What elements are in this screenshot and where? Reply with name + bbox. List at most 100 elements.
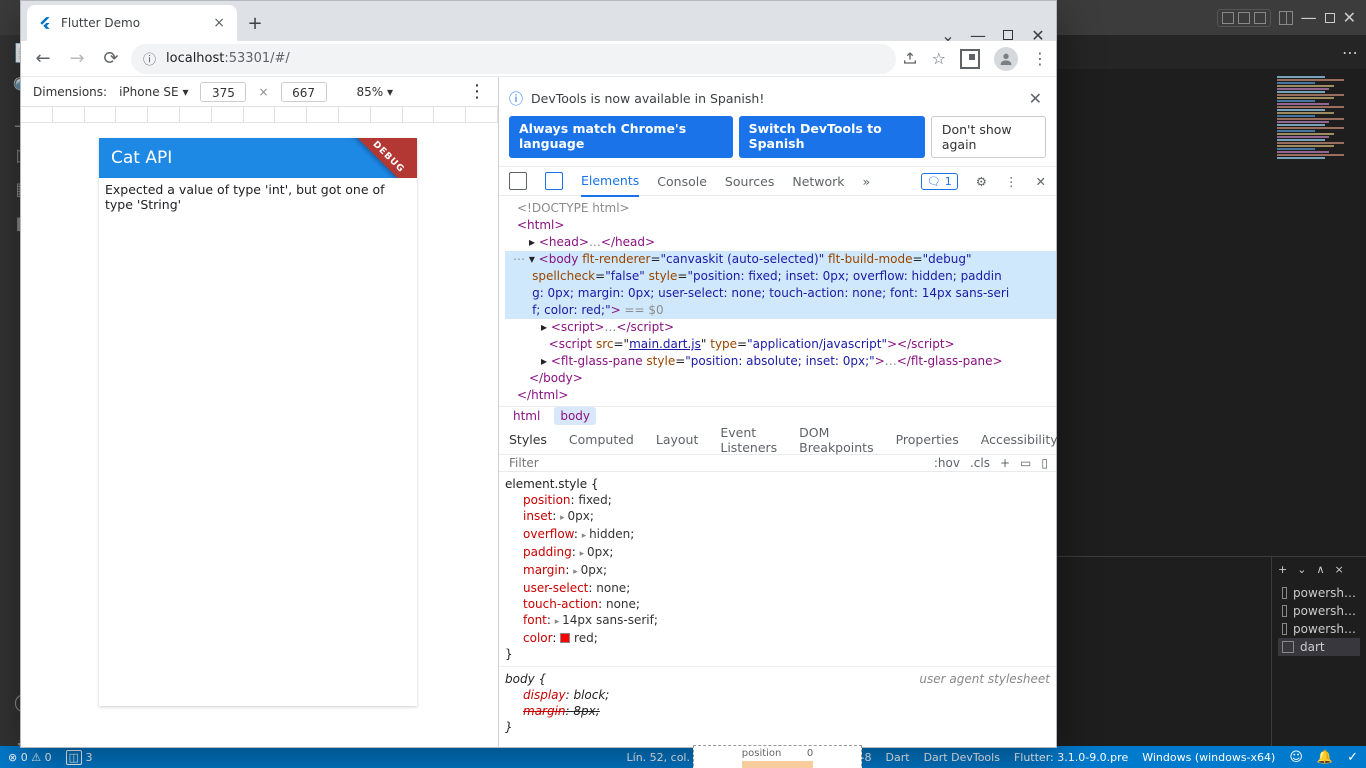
layout-group-icon[interactable] xyxy=(1279,11,1293,25)
crumb-body[interactable]: body xyxy=(554,407,596,425)
computed-panel-icon[interactable]: ▭ xyxy=(1020,456,1031,470)
terminal-list: + ⌄ ∧ × powersh…powersh…powersh…dart xyxy=(1271,557,1366,746)
device-pane: Dimensions: iPhone SE 375 × 667 85% ⋮ Ca… xyxy=(21,77,499,747)
terminal-item[interactable]: powersh… xyxy=(1278,620,1360,638)
new-tab-button[interactable]: + xyxy=(241,9,269,37)
tab-strip: Flutter Demo × + ⌄ — ✕ xyxy=(21,1,1056,41)
status-bell-icon[interactable]: 🔔 xyxy=(1317,750,1333,765)
status-devices[interactable]: ◫ 3 xyxy=(66,751,93,764)
maximize-button[interactable] xyxy=(1325,13,1335,23)
device-more-icon[interactable]: ⋮ xyxy=(468,81,486,102)
toggle-sidebar-icon[interactable]: ▯ xyxy=(1041,456,1048,470)
settings-icon[interactable]: ⚙ xyxy=(976,174,987,189)
inspect-icon[interactable] xyxy=(509,172,527,190)
site-info-icon[interactable]: ⓘ xyxy=(143,49,156,68)
share-icon[interactable] xyxy=(902,51,918,67)
flutter-appbar: Cat API DEBUG xyxy=(99,138,417,178)
panel-close-icon[interactable]: × xyxy=(1335,563,1344,576)
ruler xyxy=(21,107,498,123)
extension-icon[interactable] xyxy=(960,49,980,69)
chrome-menu-icon[interactable]: ⋮ xyxy=(1032,49,1048,68)
switch-devtools-lang-button[interactable]: Switch DevTools to Spanish xyxy=(739,116,925,158)
styles-toolbar: :hov .cls + ▭ ▯ xyxy=(499,455,1056,472)
styles-filter-input[interactable] xyxy=(507,455,924,471)
devtools-header: Elements Console Sources Network » 🗨 1 ⚙… xyxy=(499,166,1056,196)
tab-elements[interactable]: Elements xyxy=(581,166,639,197)
flutter-favicon xyxy=(37,15,53,31)
styles-subtabs: Styles Computed Layout Event Listeners D… xyxy=(499,425,1056,455)
chrome-close-button[interactable]: ✕ xyxy=(1032,29,1044,41)
device-width-input[interactable]: 375 xyxy=(200,82,246,102)
minimap[interactable] xyxy=(1271,75,1366,568)
tab-title: Flutter Demo xyxy=(61,16,140,30)
status-feedback-icon[interactable]: ☺ xyxy=(1289,750,1303,765)
add-rule-icon[interactable]: + xyxy=(1000,456,1010,470)
breadcrumb: html body xyxy=(499,406,1056,425)
close-button[interactable]: ✕ xyxy=(1343,8,1356,27)
url-path: :53301/#/ xyxy=(224,51,289,66)
profile-avatar[interactable] xyxy=(994,47,1018,71)
terminal-item[interactable]: powersh… xyxy=(1278,602,1360,620)
minimize-button[interactable]: — xyxy=(1301,8,1317,27)
omnibox[interactable]: ⓘ localhost:53301/#/ xyxy=(131,44,896,74)
terminal-item[interactable]: dart xyxy=(1278,638,1360,656)
subtab-properties[interactable]: Properties xyxy=(896,432,959,447)
subtab-accessibility[interactable]: Accessibility xyxy=(981,432,1058,447)
layout-icons[interactable] xyxy=(1217,9,1271,27)
banner-close-icon[interactable]: ✕ xyxy=(1025,85,1046,112)
box-model[interactable]: position 0 xyxy=(499,739,1056,768)
device-toggle-icon[interactable] xyxy=(545,172,563,190)
subtab-layout[interactable]: Layout xyxy=(656,432,699,447)
device-frame[interactable]: Cat API DEBUG Expected a value of type '… xyxy=(99,138,417,706)
tab-flutter-demo[interactable]: Flutter Demo × xyxy=(27,5,237,41)
cls-toggle[interactable]: .cls xyxy=(970,456,990,470)
subtab-event-listeners[interactable]: Event Listeners xyxy=(720,425,777,455)
subtab-computed[interactable]: Computed xyxy=(569,432,634,447)
tab-console[interactable]: Console xyxy=(657,167,707,196)
chrome-minimize-button[interactable]: — xyxy=(972,29,984,41)
tab-close-icon[interactable]: × xyxy=(211,13,227,33)
hov-toggle[interactable]: :hov xyxy=(934,456,960,470)
flutter-error-text: Expected a value of type 'int', but got … xyxy=(99,178,417,216)
style-rule-body-uas[interactable]: user agent stylesheet body { display: bl… xyxy=(499,667,1056,739)
device-select[interactable]: iPhone SE xyxy=(119,85,188,99)
subtab-dom-breakpoints[interactable]: DOM Breakpoints xyxy=(799,425,873,455)
status-errors[interactable]: ⊗ 0 ⚠ 0 xyxy=(8,751,52,764)
devtools-close-icon[interactable]: ✕ xyxy=(1036,174,1046,189)
chrome-maximize-button[interactable] xyxy=(1002,29,1014,41)
status-platform[interactable]: Windows (windows-x64) xyxy=(1142,751,1275,764)
status-check-icon[interactable]: ✓ xyxy=(1347,750,1358,765)
dim-sep: × xyxy=(258,85,268,99)
tab-sources[interactable]: Sources xyxy=(725,167,774,196)
zoom-select[interactable]: 85% xyxy=(357,85,394,99)
devtools-pane: ⓘ DevTools is now available in Spanish! … xyxy=(499,77,1056,747)
app-title: Cat API xyxy=(111,148,172,168)
language-banner: ⓘ DevTools is now available in Spanish! … xyxy=(499,77,1056,116)
bookmark-icon[interactable]: ☆ xyxy=(932,49,946,68)
editor-more-icon[interactable]: ⋯ xyxy=(1342,43,1366,62)
subtab-styles[interactable]: Styles xyxy=(509,432,547,447)
style-rule-element[interactable]: element.style { position: fixed;inset: 0… xyxy=(499,472,1056,667)
address-bar: ← → ⟳ ⓘ localhost:53301/#/ ☆ ⋮ xyxy=(21,41,1056,77)
chrome-window: Flutter Demo × + ⌄ — ✕ ← → ⟳ ⓘ localhost… xyxy=(20,0,1057,748)
issues-button[interactable]: 🗨 1 xyxy=(921,173,958,190)
back-button[interactable]: ← xyxy=(29,45,57,73)
device-toolbar: Dimensions: iPhone SE 375 × 667 85% ⋮ xyxy=(21,77,498,107)
reload-button[interactable]: ⟳ xyxy=(97,45,125,73)
forward-button: → xyxy=(63,45,91,73)
dom-tree[interactable]: <!DOCTYPE html><html>▸ <head>…</head>⋯ ▾… xyxy=(499,196,1056,406)
url-host: localhost xyxy=(166,51,224,66)
dont-show-again-button[interactable]: Don't show again xyxy=(931,116,1046,158)
tab-network[interactable]: Network xyxy=(792,167,844,196)
tabs-overflow-icon[interactable]: » xyxy=(863,174,871,189)
info-icon: ⓘ xyxy=(509,89,523,109)
match-chrome-lang-button[interactable]: Always match Chrome's language xyxy=(509,116,733,158)
panel-max-icon[interactable]: ∧ xyxy=(1316,563,1324,576)
crumb-html[interactable]: html xyxy=(507,407,546,425)
terminal-chevron-icon[interactable]: ⌄ xyxy=(1297,563,1306,576)
terminal-item[interactable]: powersh… xyxy=(1278,584,1360,602)
new-terminal-icon[interactable]: + xyxy=(1278,563,1287,576)
device-height-input[interactable]: 667 xyxy=(281,82,327,102)
devtools-more-icon[interactable]: ⋮ xyxy=(1005,174,1018,189)
chrome-dropdown-icon[interactable]: ⌄ xyxy=(942,29,954,41)
